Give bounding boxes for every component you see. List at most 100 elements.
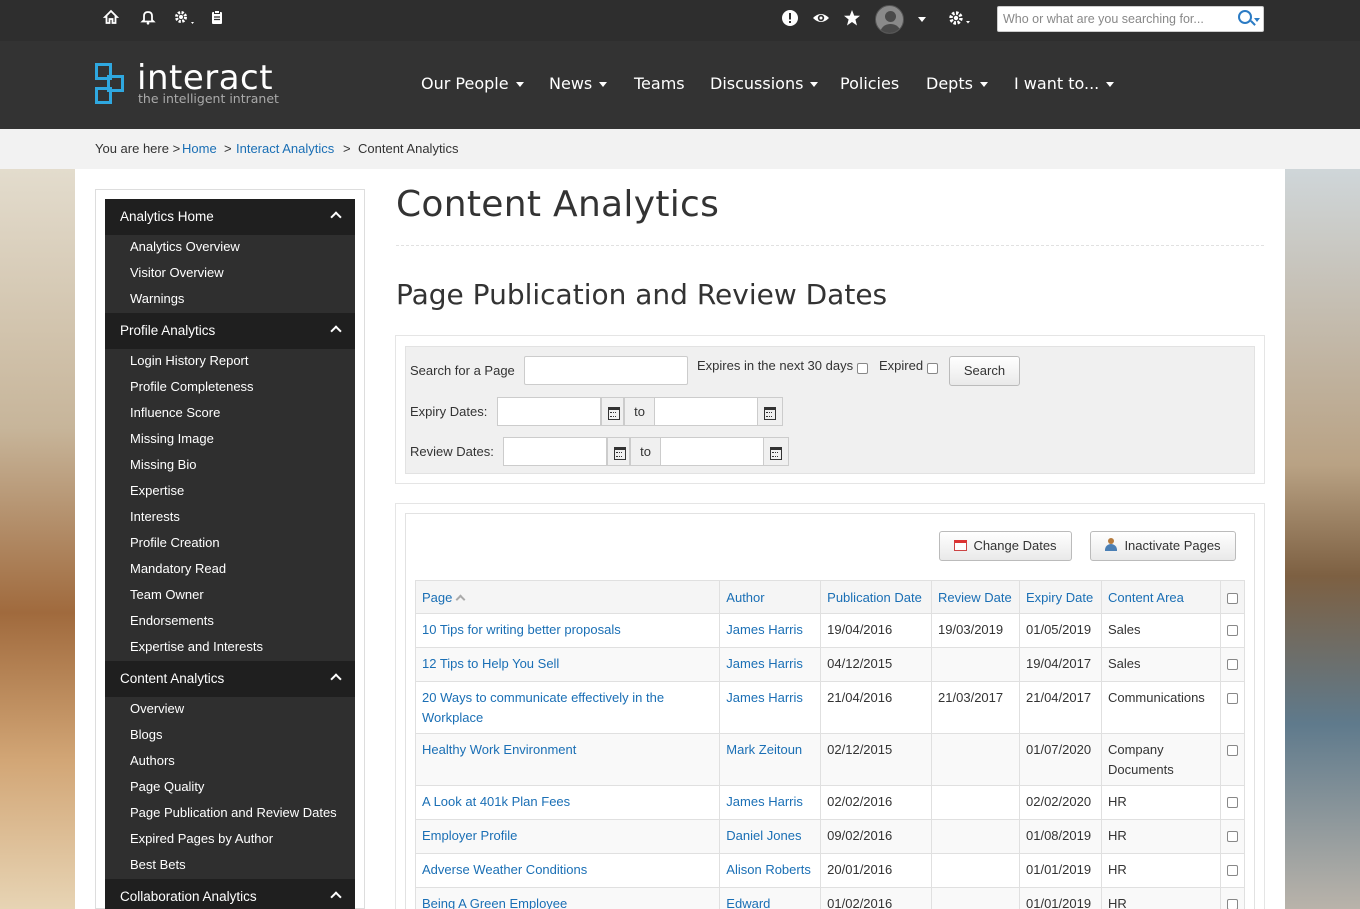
nav-policies[interactable]: Policies (840, 74, 899, 93)
page-link[interactable]: Being A Green Employee (422, 896, 567, 909)
sidebar-item[interactable]: Visitor Overview (130, 265, 224, 280)
sidebar-item[interactable]: Analytics Overview (130, 239, 240, 254)
sidebar-section-content-analytics[interactable]: Content Analytics (105, 661, 355, 697)
nav-depts[interactable]: Depts (926, 74, 988, 93)
gear-dropdown-icon[interactable] (947, 9, 975, 31)
author-link[interactable]: James Harris (726, 690, 803, 705)
author-link[interactable]: Edward Xanthos (726, 896, 774, 909)
expiry-from-input[interactable] (497, 397, 601, 426)
avatar-caret-icon[interactable] (918, 17, 926, 22)
sidebar-item[interactable]: Mandatory Read (130, 561, 226, 576)
sidebar-item[interactable]: Login History Report (130, 353, 249, 368)
sidebar-section-analytics-home[interactable]: Analytics Home (105, 199, 355, 235)
chevron-up-icon[interactable] (330, 891, 342, 903)
logo-mark-icon[interactable] (95, 63, 127, 105)
breadcrumb-home[interactable]: Home (182, 141, 217, 156)
review-to-input[interactable] (660, 437, 764, 466)
nav-i-want-to[interactable]: I want to... (1014, 74, 1115, 93)
eye-icon[interactable] (810, 9, 832, 31)
sidebar-item[interactable]: Expertise and Interests (130, 639, 263, 654)
calendar-icon[interactable] (757, 397, 783, 426)
sidebar-item[interactable]: Missing Image (130, 431, 214, 446)
sidebar-item[interactable]: Authors (130, 753, 175, 768)
row-checkbox[interactable] (1226, 693, 1238, 704)
sidebar-item[interactable]: Missing Bio (130, 457, 196, 472)
nav-our-people[interactable]: Our People (421, 74, 524, 93)
sidebar-section-profile-analytics[interactable]: Profile Analytics (105, 313, 355, 349)
sidebar-item-active[interactable]: Page Publication and Review Dates (130, 805, 337, 820)
author-link[interactable]: James Harris (726, 794, 803, 809)
sidebar-item[interactable]: Overview (130, 701, 184, 716)
sidebar-item[interactable]: Interests (130, 509, 180, 524)
global-search[interactable] (997, 6, 1264, 32)
review-dates-label: Review Dates: (410, 444, 494, 459)
author-link[interactable]: James Harris (726, 656, 803, 671)
nav-discussions[interactable]: Discussions (710, 74, 819, 93)
inactivate-pages-button[interactable]: Inactivate Pages (1090, 531, 1236, 561)
expired-checkbox[interactable] (927, 363, 938, 374)
column-header-page[interactable]: Page (414, 580, 721, 614)
page-link[interactable]: Employer Profile (422, 828, 517, 843)
page-link[interactable]: Adverse Weather Conditions (422, 862, 587, 877)
sidebar-item[interactable]: Team Owner (130, 587, 204, 602)
alert-icon[interactable] (779, 9, 801, 31)
row-checkbox[interactable] (1226, 625, 1238, 636)
settings-dropdown-icon[interactable] (172, 9, 200, 31)
row-checkbox[interactable] (1226, 745, 1238, 756)
column-header-publication-date[interactable]: Publication Date (820, 580, 933, 614)
page-link[interactable]: Healthy Work Environment (422, 742, 576, 757)
row-checkbox[interactable] (1226, 865, 1238, 876)
author-link[interactable]: Daniel Jones (726, 828, 801, 843)
clipboard-icon[interactable] (206, 9, 228, 31)
breadcrumb-interact-analytics[interactable]: Interact Analytics (236, 141, 334, 156)
sidebar-item[interactable]: Blogs (130, 727, 163, 742)
global-search-input[interactable] (1003, 10, 1233, 28)
search-page-input[interactable] (524, 356, 688, 385)
chevron-up-icon[interactable] (330, 325, 342, 337)
column-header-review-date[interactable]: Review Date (931, 580, 1020, 614)
search-button[interactable]: Search (949, 356, 1020, 386)
row-checkbox[interactable] (1226, 831, 1238, 842)
row-checkbox[interactable] (1226, 659, 1238, 670)
sidebar-item[interactable]: Profile Completeness (130, 379, 254, 394)
sidebar-item[interactable]: Best Bets (130, 857, 186, 872)
row-checkbox[interactable] (1226, 899, 1238, 909)
author-link[interactable]: Alison Roberts (726, 862, 811, 877)
sidebar-item[interactable]: Expired Pages by Author (130, 831, 273, 846)
page-link[interactable]: 12 Tips to Help You Sell (422, 656, 559, 671)
sidebar-item[interactable]: Expertise (130, 483, 184, 498)
review-from-input[interactable] (503, 437, 607, 466)
chevron-up-icon[interactable] (330, 211, 342, 223)
row-checkbox[interactable] (1226, 797, 1238, 808)
star-icon[interactable] (841, 9, 863, 31)
column-header-content-area[interactable]: Content Area (1100, 580, 1221, 614)
sidebar-item[interactable]: Profile Creation (130, 535, 220, 550)
home-icon[interactable] (100, 9, 122, 31)
sidebar-item[interactable]: Influence Score (130, 405, 220, 420)
chevron-up-icon[interactable] (330, 673, 342, 685)
expires-30-days-checkbox[interactable] (857, 363, 868, 374)
nav-news[interactable]: News (549, 74, 608, 93)
expiry-to-input[interactable] (654, 397, 758, 426)
calendar-icon[interactable] (763, 437, 789, 466)
nav-teams[interactable]: Teams (634, 74, 685, 93)
calendar-icon[interactable] (607, 437, 630, 466)
column-header-author[interactable]: Author (719, 580, 822, 614)
page-link[interactable]: 10 Tips for writing better proposals (422, 622, 621, 637)
column-header-expiry-date[interactable]: Expiry Date (1019, 580, 1102, 614)
sidebar-section-collaboration-analytics[interactable]: Collaboration Analytics (105, 879, 355, 909)
calendar-icon[interactable] (601, 397, 624, 426)
avatar[interactable] (875, 5, 904, 34)
search-icon[interactable] (1238, 10, 1252, 24)
select-all-checkbox[interactable] (1226, 593, 1238, 604)
sidebar-item[interactable]: Endorsements (130, 613, 214, 628)
page-link[interactable]: 20 Ways to communicate effectively in th… (422, 690, 664, 725)
sidebar-item[interactable]: Page Quality (130, 779, 204, 794)
sidebar-item[interactable]: Warnings (130, 291, 184, 306)
change-dates-button[interactable]: Change Dates (939, 531, 1072, 561)
bell-icon[interactable] (137, 9, 159, 31)
author-link[interactable]: Mark Zeitoun (726, 742, 802, 757)
author-link[interactable]: James Harris (726, 622, 803, 637)
page-link[interactable]: A Look at 401k Plan Fees (422, 794, 570, 809)
search-options-caret-icon[interactable] (1254, 18, 1260, 22)
